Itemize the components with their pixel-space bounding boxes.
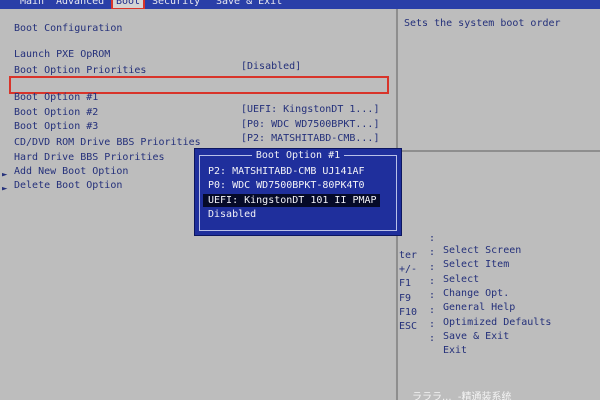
boot-option-1-row[interactable]: Boot Option #1 [UEFI: KingstonDT 1...] xyxy=(14,80,394,115)
section-title-boot-configuration: Boot Configuration xyxy=(14,23,123,34)
help-description: Sets the system boot order xyxy=(404,18,561,29)
setting-row-launch-pxe[interactable]: Launch PXE OpROM [Disabled] xyxy=(14,37,394,72)
help-divider xyxy=(396,150,600,152)
menu-bar: Main Advanced Boot Security Save & Exit xyxy=(0,0,600,9)
popup-option-disabled[interactable]: Disabled xyxy=(203,208,259,221)
menu-tab-boot[interactable]: Boot xyxy=(110,0,146,9)
submenu-arrow-icon: ► xyxy=(2,170,8,180)
submenu-arrow-icon: ► xyxy=(2,184,8,194)
menu-tab-main[interactable]: Main xyxy=(20,0,44,9)
setting-label: Launch PXE OpROM xyxy=(14,49,111,60)
link-delete-boot-option[interactable]: Delete Boot Option xyxy=(14,180,122,192)
setting-label: Boot Option #3 xyxy=(14,121,99,132)
popup-option-p2[interactable]: P2: MATSHITABD-CMB UJ141AF xyxy=(203,165,368,178)
setting-value[interactable]: [Disabled] xyxy=(241,61,301,73)
link-hard-drive-bbs-priorities[interactable]: Hard Drive BBS Priorities xyxy=(14,152,165,164)
menu-tab-save-exit[interactable]: Save & Exit xyxy=(216,0,282,9)
boot-option-2-row[interactable]: Boot Option #2 [P0: WDC WD7500BPKT...] xyxy=(14,95,394,130)
menu-tab-security[interactable]: Security xyxy=(152,0,200,9)
link-add-new-boot-option[interactable]: Add New Boot Option xyxy=(14,166,128,178)
popup-option-uefi[interactable]: UEFI: KingstonDT 101 II PMAP xyxy=(203,194,380,207)
boot-option-popup: Boot Option #1 P2: MATSHITABD-CMB UJ141A… xyxy=(194,148,402,236)
boot-option-3-row[interactable]: Boot Option #3 [P2: MATSHITABD-CMB...] xyxy=(14,109,394,144)
popup-title-bar: Boot Option #1 xyxy=(200,150,396,162)
popup-title: Boot Option #1 xyxy=(251,150,345,161)
key-separator: : xyxy=(429,333,436,344)
key-description: Exit xyxy=(443,345,468,356)
menu-tab-advanced[interactable]: Advanced xyxy=(56,0,104,9)
key-label: ESC xyxy=(399,321,418,332)
link-cd-dvd-bbs-priorities[interactable]: CD/DVD ROM Drive BBS Priorities xyxy=(14,137,201,149)
setting-value[interactable]: [P2: MATSHITABD-CMB...] xyxy=(241,133,379,145)
watermark-text: ラララ... -精通装系统 xyxy=(412,392,512,400)
popup-option-p0[interactable]: P0: WDC WD7500BPKT-80PK4T0 xyxy=(203,179,368,192)
key-hint-row: ESC : Exit xyxy=(399,309,595,357)
